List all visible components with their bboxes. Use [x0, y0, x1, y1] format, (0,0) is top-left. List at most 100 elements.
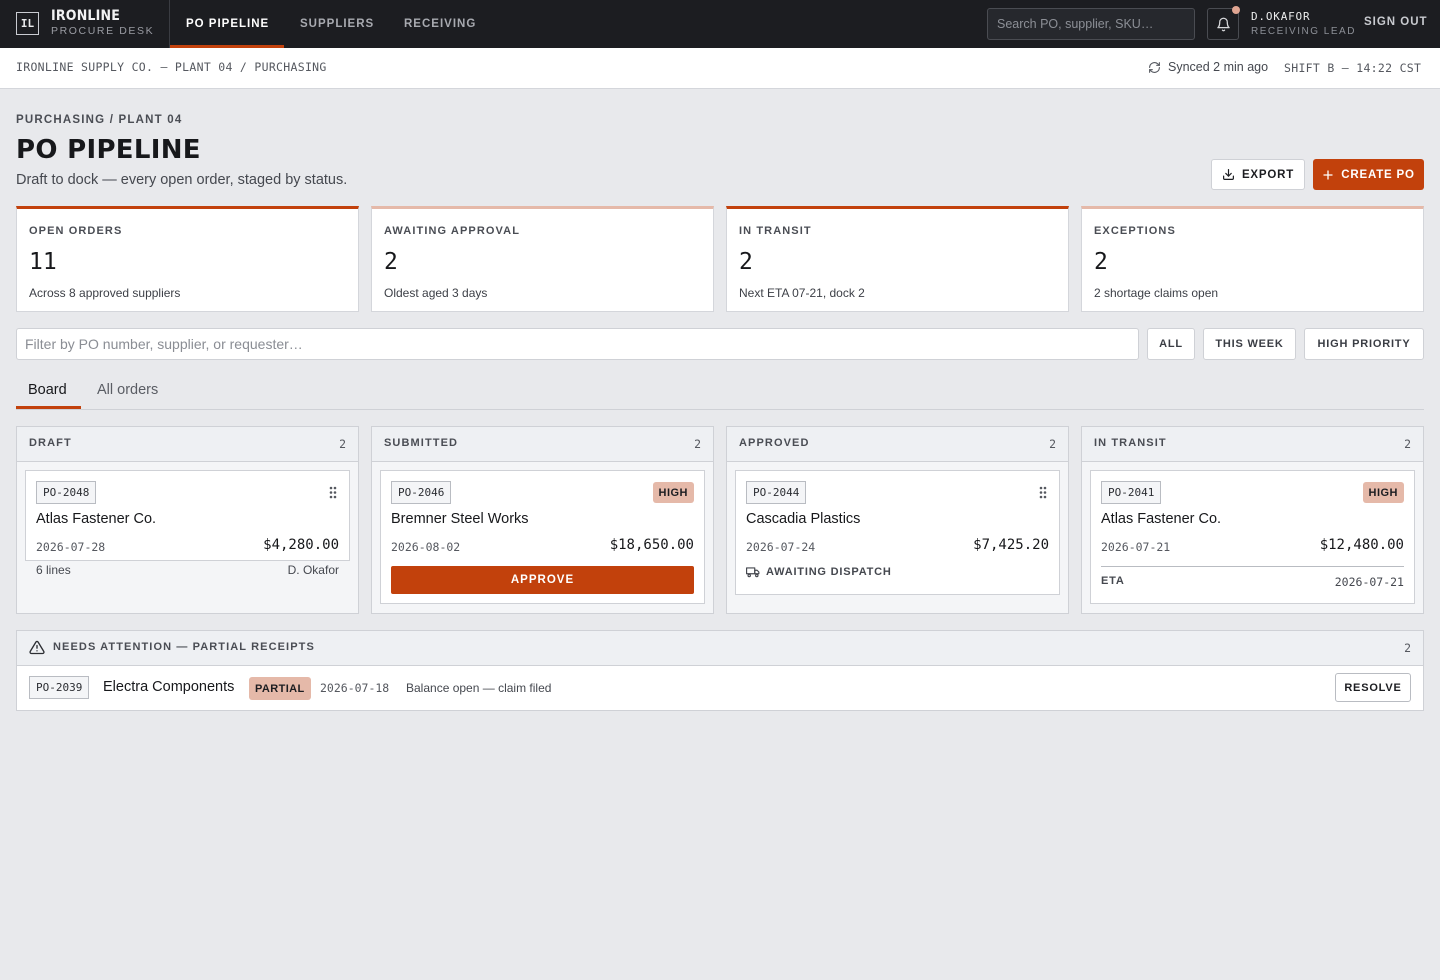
po-number-tag: PO-2048 — [36, 481, 97, 504]
tab-divider — [16, 409, 1424, 410]
breadcrumb: IRONLINE SUPPLY CO. — PLANT 04 / PURCHAS… — [16, 60, 327, 74]
po-number-tag: PO-2041 — [1101, 481, 1162, 504]
global-search-input[interactable] — [988, 9, 1194, 39]
eta-date: 2026-07-21 — [1334, 575, 1404, 589]
filter-field — [16, 328, 1139, 360]
po-amount: $18,650.00 — [609, 537, 694, 553]
stat-value: 11 — [29, 249, 57, 275]
stat-label: OPEN ORDERS — [29, 225, 123, 237]
filter-input[interactable] — [17, 329, 1138, 359]
app-name: IRONLINE — [51, 8, 121, 24]
stat-label: IN TRANSIT — [739, 225, 812, 237]
download-icon — [1222, 169, 1234, 180]
board-column-approved: APPROVED 2 PO-2044 Cascadia Plastics 202… — [726, 426, 1069, 614]
po-amount: $4,280.00 — [263, 537, 339, 553]
refresh-icon — [1149, 61, 1160, 73]
stat-card-open-orders: OPEN ORDERS 11 Across 8 approved supplie… — [16, 206, 359, 312]
export-label: EXPORT — [1241, 168, 1295, 181]
stat-note: Next ETA 07-21, dock 2 — [739, 286, 865, 300]
stat-value: 2 — [1094, 249, 1108, 275]
nav-tab-receiving[interactable]: RECEIVING — [404, 0, 476, 48]
user-role: RECEIVING LEAD — [1251, 26, 1356, 37]
nav-tab-suppliers[interactable]: SUPPLIERS — [300, 0, 374, 48]
stat-card-exceptions: EXCEPTIONS 2 2 shortage claims open — [1081, 206, 1424, 312]
resolve-button[interactable]: RESOLVE — [1335, 673, 1411, 702]
supplier-name: Atlas Fastener Co. — [1101, 511, 1222, 527]
board-column-submitted: SUBMITTED 2 PO-2046 HIGH Bremner Steel W… — [371, 426, 714, 614]
shift-indicator: SHIFT B — 14:22 CST — [1284, 61, 1422, 75]
column-title: IN TRANSIT — [1094, 437, 1167, 449]
supplier-name: Electra Components — [103, 679, 235, 695]
sync-status[interactable]: Synced 2 min ago — [1148, 60, 1268, 74]
stat-label: EXCEPTIONS — [1094, 225, 1176, 237]
eta-label: ETA — [1101, 575, 1125, 587]
sign-out-button[interactable]: SIGN OUT — [1364, 16, 1428, 28]
top-nav: IL IRONLINE PROCURE DESK PO PIPELINE SUP… — [0, 0, 1440, 48]
stat-note: Across 8 approved suppliers — [29, 286, 181, 300]
filter-chip-this-week[interactable]: THIS WEEK — [1203, 328, 1296, 360]
filter-chip-all[interactable]: ALL — [1147, 328, 1195, 360]
filter-chip-high-priority[interactable]: HIGH PRIORITY — [1304, 328, 1424, 360]
supplier-name: Cascadia Plastics — [746, 511, 861, 527]
receipt-note: Balance open — claim filed — [406, 681, 552, 695]
board-column-draft: DRAFT 2 PO-2048 Atlas Fastener Co. 2026-… — [16, 426, 359, 614]
card-divider — [1101, 566, 1404, 567]
page-eyebrow: PURCHASING / PLANT 04 — [16, 114, 183, 126]
stat-value: 2 — [739, 249, 753, 275]
attention-title: NEEDS ATTENTION — PARTIAL RECEIPTS — [53, 641, 315, 653]
stat-label: AWAITING APPROVAL — [384, 225, 521, 237]
line-count: 6 lines — [36, 563, 71, 577]
tab-all-orders[interactable]: All orders — [97, 382, 158, 398]
user-name: D.OKAFOR — [1251, 10, 1311, 23]
create-po-button[interactable]: CREATE PO — [1313, 159, 1424, 190]
priority-badge: HIGH — [1362, 482, 1404, 503]
supplier-name: Atlas Fastener Co. — [36, 511, 157, 527]
approve-button[interactable]: APPROVE — [391, 566, 694, 594]
create-po-label: CREATE PO — [1341, 168, 1415, 181]
po-number-tag: PO-2039 — [29, 676, 90, 699]
stat-note: Oldest aged 3 days — [384, 286, 488, 300]
po-card[interactable]: PO-2048 Atlas Fastener Co. 2026-07-28 $4… — [25, 470, 350, 577]
column-header: APPROVED 2 — [727, 427, 1068, 462]
dispatch-label: AWAITING DISPATCH — [766, 566, 892, 578]
requester: D. Okafor — [287, 563, 339, 577]
drag-handle-icon[interactable] — [1039, 486, 1047, 499]
board-column-in-transit: IN TRANSIT 2 PO-2041 HIGH Atlas Fastener… — [1081, 426, 1424, 614]
partial-badge: PARTIAL — [249, 677, 311, 700]
column-header: DRAFT 2 — [17, 427, 358, 462]
tab-board[interactable]: Board — [28, 382, 67, 398]
po-amount: $12,480.00 — [1319, 537, 1404, 553]
priority-badge: HIGH — [652, 482, 694, 503]
truck-icon — [746, 567, 760, 578]
po-amount: $7,425.20 — [973, 537, 1049, 553]
column-header: IN TRANSIT 2 — [1082, 427, 1423, 462]
po-card[interactable]: PO-2044 Cascadia Plastics 2026-07-24 $7,… — [735, 470, 1060, 595]
column-count: 2 — [1404, 437, 1411, 451]
logo-mark[interactable]: IL — [16, 12, 39, 35]
dispatch-status: AWAITING DISPATCH — [746, 566, 892, 578]
po-date: 2026-07-24 — [746, 540, 816, 554]
stat-card-awaiting-approval: AWAITING APPROVAL 2 Oldest aged 3 days — [371, 206, 714, 312]
stat-card-in-transit: IN TRANSIT 2 Next ETA 07-21, dock 2 — [726, 206, 1069, 312]
drag-handle-icon[interactable] — [329, 486, 337, 499]
warning-icon — [29, 640, 45, 655]
receipt-date: 2026-07-18 — [320, 681, 390, 695]
po-number-tag: PO-2044 — [746, 481, 807, 504]
column-title: DRAFT — [29, 437, 72, 449]
po-number-tag: PO-2046 — [391, 481, 452, 504]
nav-tab-po-pipeline[interactable]: PO PIPELINE — [186, 0, 269, 48]
page-subtitle: Draft to dock — every open order, staged… — [16, 172, 348, 188]
attention-panel: NEEDS ATTENTION — PARTIAL RECEIPTS 2 PO-… — [16, 630, 1424, 711]
bell-icon — [1216, 17, 1230, 31]
column-count: 2 — [694, 437, 701, 451]
column-title: APPROVED — [739, 437, 810, 449]
global-search — [987, 8, 1195, 40]
attention-header: NEEDS ATTENTION — PARTIAL RECEIPTS 2 — [17, 631, 1423, 666]
export-button[interactable]: EXPORT — [1211, 159, 1305, 190]
app-subtitle: PROCURE DESK — [51, 25, 155, 37]
page-title: PO PIPELINE — [16, 135, 201, 165]
po-card[interactable]: PO-2041 HIGH Atlas Fastener Co. 2026-07-… — [1090, 470, 1415, 604]
notification-dot — [1232, 6, 1240, 14]
po-card[interactable]: PO-2046 HIGH Bremner Steel Works 2026-08… — [380, 470, 705, 604]
context-bar: IRONLINE SUPPLY CO. — PLANT 04 / PURCHAS… — [0, 48, 1440, 89]
